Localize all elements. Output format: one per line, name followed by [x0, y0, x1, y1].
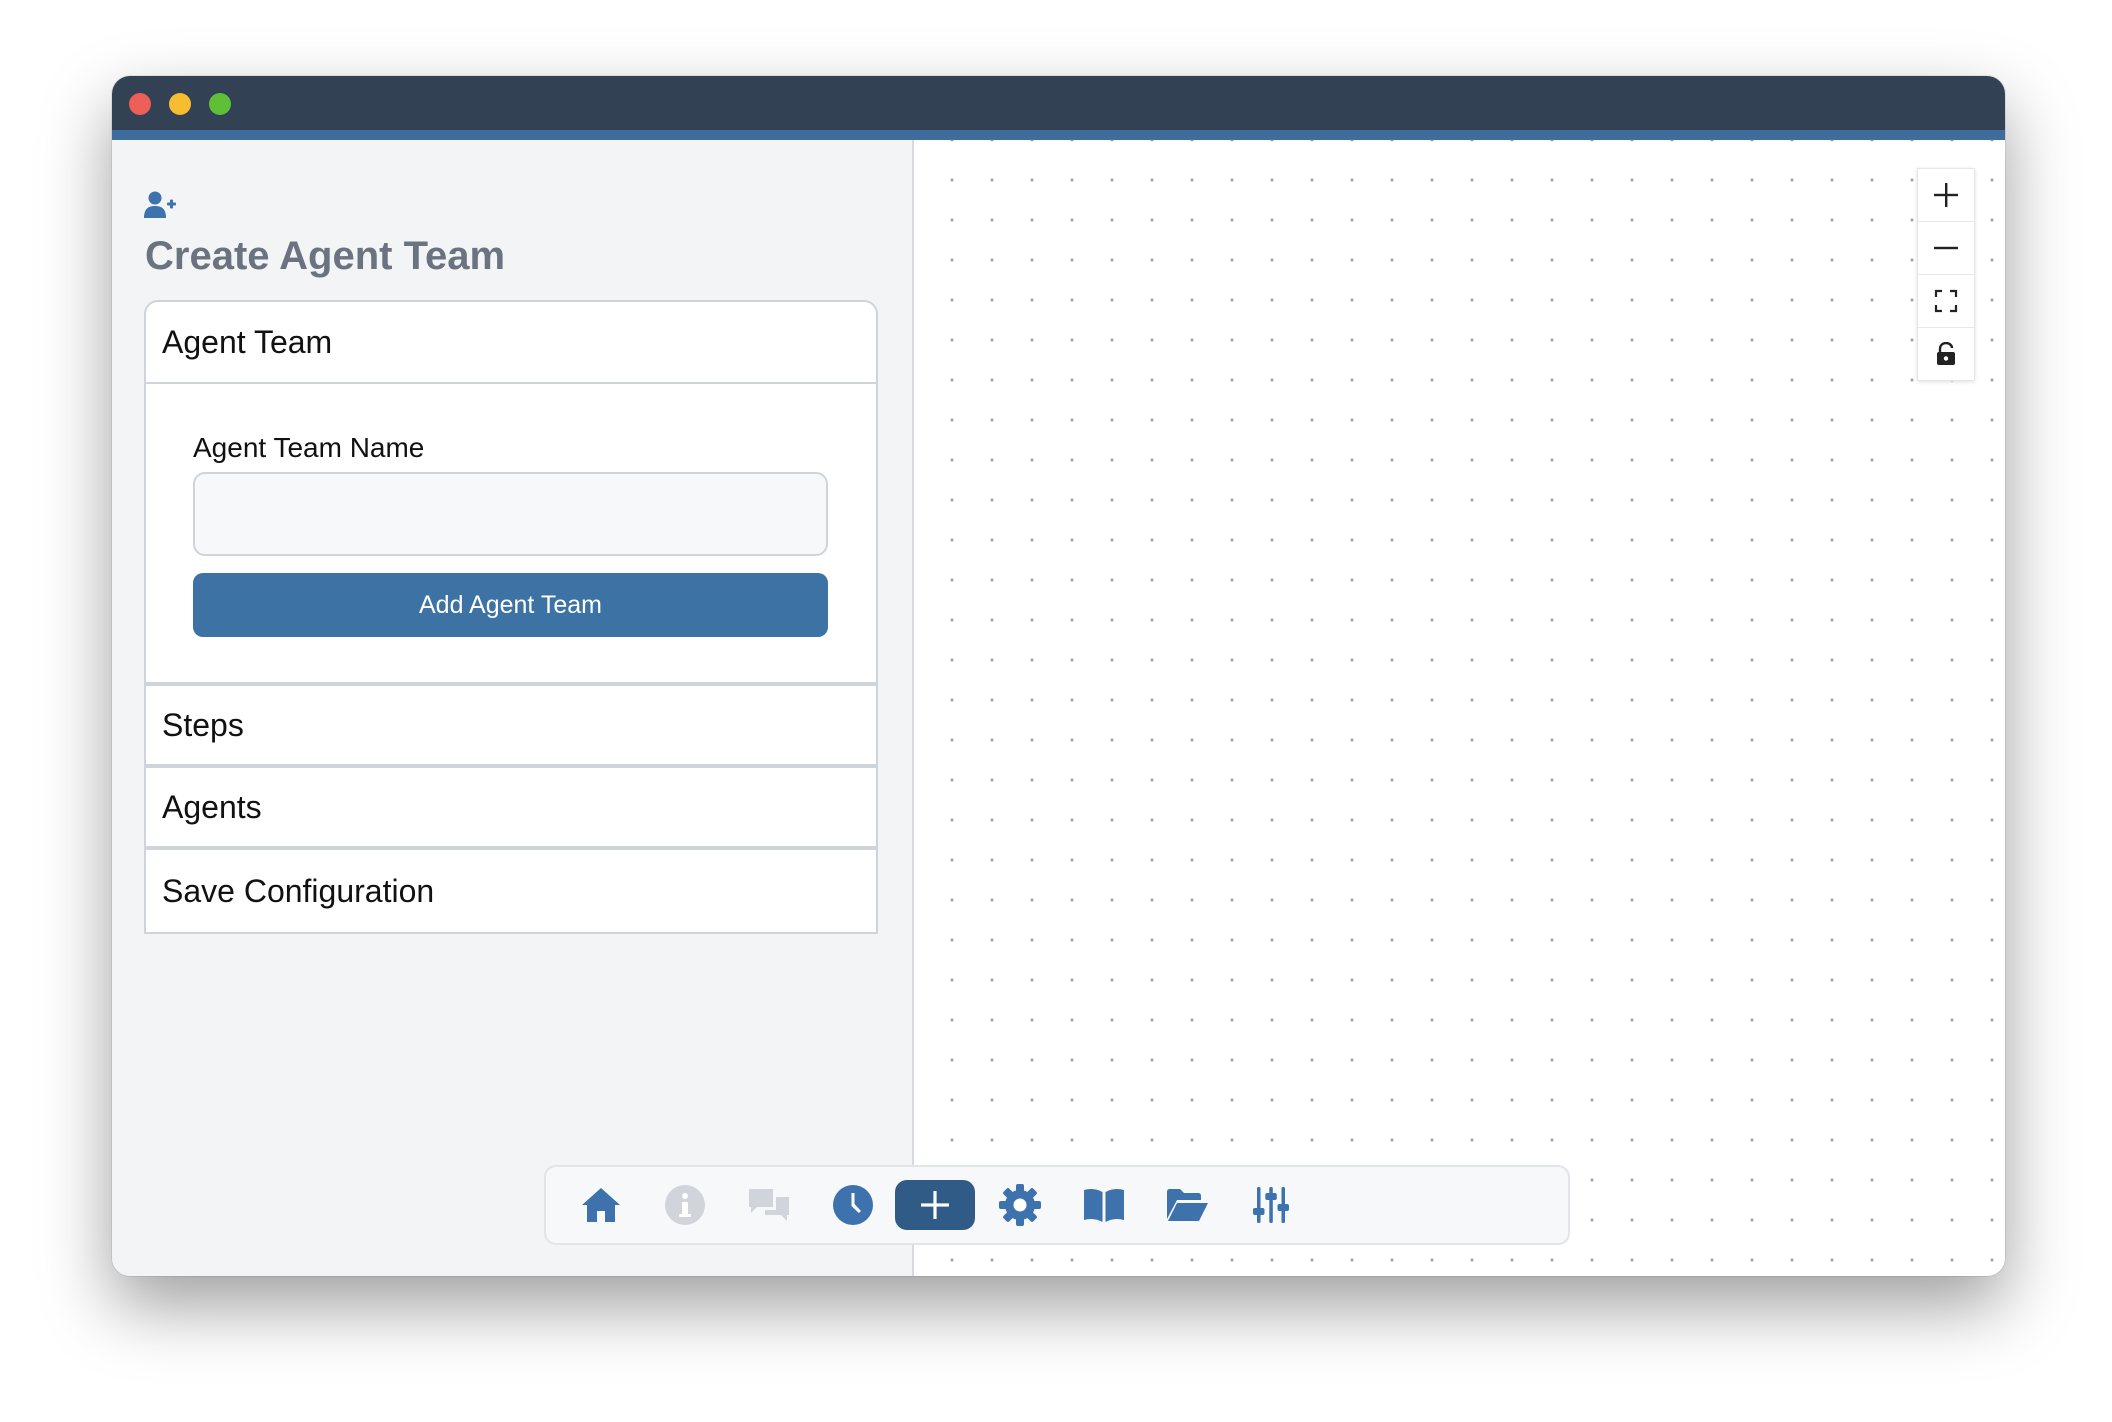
bottom-toolbar	[544, 1165, 1570, 1245]
lock-button[interactable]	[1918, 328, 1974, 380]
section-header-steps[interactable]: Steps	[146, 686, 876, 768]
agent-team-form: Agent Team Name Add Agent Team	[146, 384, 876, 686]
info-button[interactable]	[645, 1167, 725, 1243]
section-label: Save Configuration	[162, 872, 435, 909]
history-icon	[833, 1185, 873, 1225]
agent-team-name-input[interactable]	[193, 472, 828, 556]
minimize-window-button[interactable]	[169, 93, 191, 115]
config-accordion: Agent Team Agent Team Name Add Agent Tea…	[144, 300, 878, 934]
section-label: Agents	[162, 788, 262, 825]
zoom-out-button[interactable]	[1918, 222, 1974, 275]
section-label: Steps	[162, 706, 244, 743]
zoom-in-button[interactable]	[1918, 169, 1974, 222]
home-icon	[582, 1188, 620, 1222]
section-header-agent-team[interactable]: Agent Team	[146, 302, 876, 384]
info-icon	[665, 1185, 705, 1225]
agent-team-name-label: Agent Team Name	[193, 432, 425, 463]
add-icon	[921, 1191, 949, 1219]
open-folder-button[interactable]	[1147, 1167, 1227, 1243]
add-agent-team-button[interactable]: Add Agent Team	[193, 573, 828, 637]
settings-icon	[999, 1184, 1041, 1226]
book-icon	[1084, 1188, 1124, 1222]
section-header-save-configuration[interactable]: Save Configuration	[146, 850, 876, 932]
section-label: Agent Team	[162, 323, 333, 360]
canvas-controls	[1917, 168, 1975, 381]
title-bar-accent	[112, 130, 2005, 140]
lock-icon	[1937, 342, 1955, 365]
close-window-button[interactable]	[129, 93, 151, 115]
fit-view-button[interactable]	[1918, 275, 1974, 328]
add-button[interactable]	[895, 1180, 975, 1230]
app-window: Create Agent Team Agent Team Agent Team …	[112, 76, 2005, 1276]
flow-canvas[interactable]	[914, 140, 2005, 1276]
title-bar	[112, 76, 2005, 130]
chat-button[interactable]	[729, 1167, 809, 1243]
page-title: Create Agent Team	[145, 234, 506, 278]
settings-button[interactable]	[980, 1167, 1060, 1243]
sliders-icon	[1253, 1187, 1289, 1223]
section-header-agents[interactable]: Agents	[146, 768, 876, 850]
home-button[interactable]	[561, 1167, 641, 1243]
history-button[interactable]	[813, 1167, 893, 1243]
user-plus-icon	[144, 191, 176, 218]
sidebar-panel: Create Agent Team Agent Team Agent Team …	[112, 140, 914, 1276]
preferences-button[interactable]	[1231, 1167, 1311, 1243]
zoom-in-icon	[1934, 183, 1958, 207]
maximize-window-button[interactable]	[209, 93, 231, 115]
zoom-out-icon	[1934, 246, 1958, 250]
folder-open-icon	[1167, 1189, 1208, 1221]
chat-icon	[749, 1189, 789, 1221]
fit-view-icon	[1934, 289, 1958, 313]
docs-button[interactable]	[1064, 1167, 1144, 1243]
